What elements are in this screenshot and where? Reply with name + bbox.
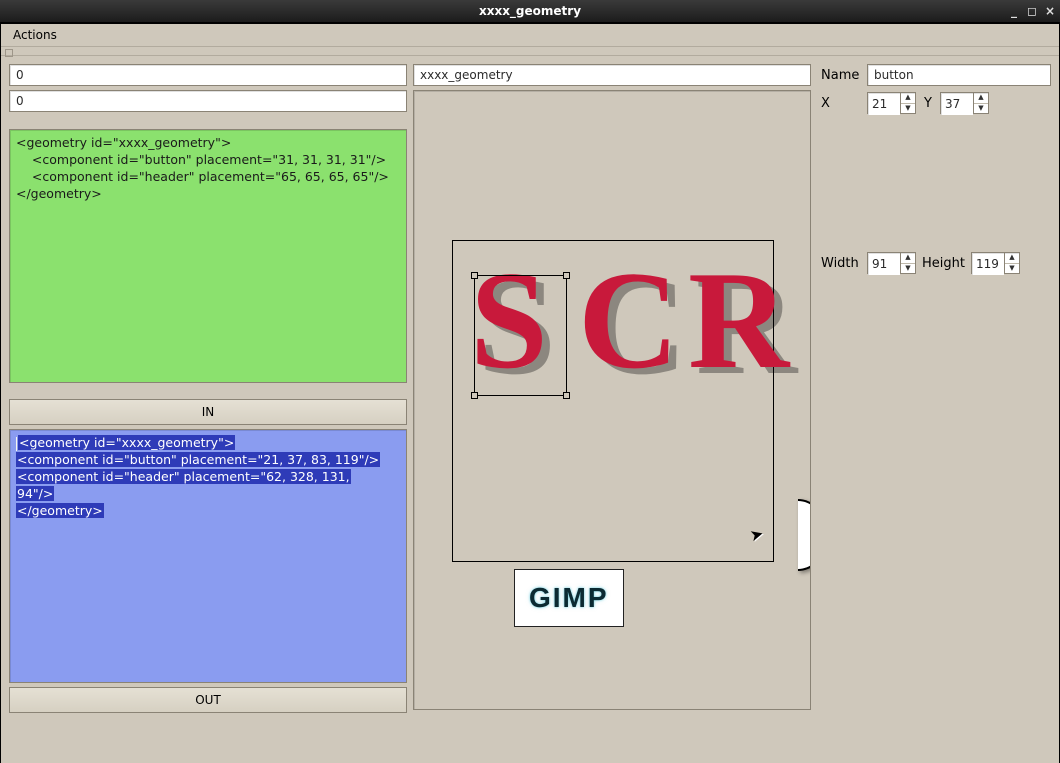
out-button[interactable]: OUT bbox=[9, 687, 407, 713]
xml-out-line-3b: 94"/> bbox=[16, 486, 54, 501]
x-up-icon[interactable]: ▲ bbox=[901, 93, 915, 103]
menu-actions[interactable]: Actions bbox=[5, 26, 65, 44]
xml-in-textarea[interactable]: <geometry id="xxxx_geometry"> <component… bbox=[9, 129, 407, 383]
window-title: xxxx_geometry bbox=[479, 4, 581, 18]
xml-out-line-2: <component id="button" placement="21, 37… bbox=[16, 452, 380, 467]
height-up-icon[interactable]: ▲ bbox=[1005, 253, 1019, 263]
in-button[interactable]: IN bbox=[9, 399, 407, 425]
height-input[interactable] bbox=[972, 253, 1004, 275]
height-label: Height bbox=[922, 256, 965, 271]
x-spinner[interactable]: ▲▼ bbox=[867, 92, 916, 114]
window-body: Actions <geometry id="xxxx_geometry"> <c… bbox=[0, 23, 1060, 763]
close-button[interactable]: × bbox=[1044, 5, 1056, 17]
maximize-button[interactable]: ◻ bbox=[1026, 5, 1038, 17]
resize-handle-tr[interactable] bbox=[563, 272, 570, 279]
geometry-name-field[interactable] bbox=[413, 64, 811, 86]
toolbar-handle-row bbox=[1, 47, 1059, 56]
clipped-shape bbox=[798, 499, 811, 571]
properties-panel: Name X ▲▼ Y ▲▼ Width ▲▼ bbox=[817, 64, 1051, 743]
xml-out-line-3a: <component id="header" placement="62, 32… bbox=[16, 469, 351, 484]
x-input[interactable] bbox=[868, 93, 900, 115]
xml-out-line-4: </geometry> bbox=[16, 503, 104, 518]
gimp-label: GIMP bbox=[521, 576, 617, 620]
y-label: Y bbox=[922, 96, 934, 111]
y-input[interactable] bbox=[941, 93, 973, 115]
svg-text:C: C bbox=[578, 267, 679, 397]
y-down-icon[interactable]: ▼ bbox=[974, 103, 988, 114]
height-spinner[interactable]: ▲▼ bbox=[971, 252, 1020, 274]
left-numeric-field-2[interactable] bbox=[9, 90, 407, 112]
minimize-button[interactable]: _ bbox=[1008, 5, 1020, 17]
resize-handle-br[interactable] bbox=[563, 392, 570, 399]
menu-bar: Actions bbox=[1, 24, 1059, 47]
y-spinner[interactable]: ▲▼ bbox=[940, 92, 989, 114]
window-titlebar: xxxx_geometry _ ◻ × bbox=[0, 0, 1060, 23]
width-up-icon[interactable]: ▲ bbox=[901, 253, 915, 263]
name-label: Name bbox=[821, 68, 861, 83]
resize-handle-bl[interactable] bbox=[471, 392, 478, 399]
left-numeric-field-1[interactable] bbox=[9, 64, 407, 86]
name-input[interactable] bbox=[867, 64, 1051, 86]
preview-canvas[interactable]: S C R S C R GIMP bbox=[413, 90, 811, 710]
selection-button[interactable] bbox=[474, 275, 567, 396]
xml-out-line-1: <geometry id="xxxx_geometry"> bbox=[18, 435, 235, 450]
height-down-icon[interactable]: ▼ bbox=[1005, 263, 1019, 274]
y-up-icon[interactable]: ▲ bbox=[974, 93, 988, 103]
width-input[interactable] bbox=[868, 253, 900, 275]
dock-handle-icon[interactable] bbox=[5, 49, 13, 57]
width-down-icon[interactable]: ▼ bbox=[901, 263, 915, 274]
svg-text:R: R bbox=[688, 267, 791, 397]
x-down-icon[interactable]: ▼ bbox=[901, 103, 915, 114]
xml-out-textarea[interactable]: <geometry id="xxxx_geometry"> <component… bbox=[9, 429, 407, 683]
resize-handle-tl[interactable] bbox=[471, 272, 478, 279]
gimp-thumbnail: GIMP bbox=[514, 569, 624, 627]
width-spinner[interactable]: ▲▼ bbox=[867, 252, 916, 274]
x-label: X bbox=[821, 96, 861, 111]
width-label: Width bbox=[821, 256, 861, 271]
